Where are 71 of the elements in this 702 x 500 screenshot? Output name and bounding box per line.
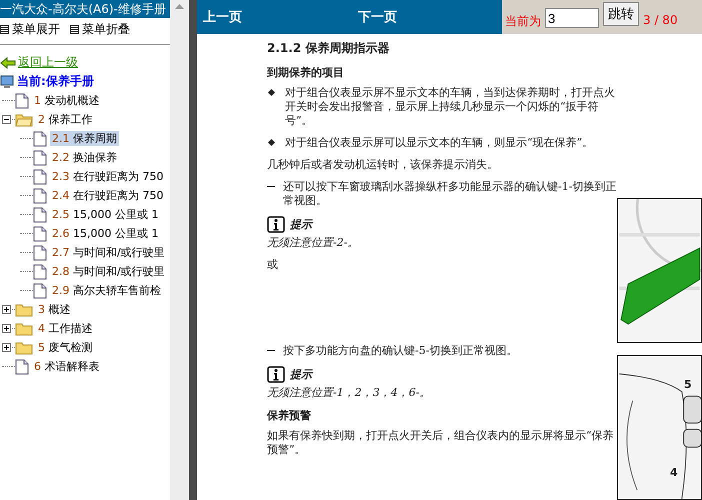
tree-item[interactable]: 5 废气检测 bbox=[36, 340, 94, 355]
page-icon bbox=[33, 206, 47, 222]
page-icon bbox=[33, 188, 47, 204]
current-page-label: 当前为 bbox=[505, 13, 541, 30]
paragraph: 如果有保养快到期，打开点火开关后，组合仪表内的显示屏将显示“保养预警”。 bbox=[267, 429, 615, 457]
go-button[interactable]: 跳转 bbox=[603, 2, 639, 26]
step-text: 按下多功能方向盘的确认键-5-切换到正常视图。 bbox=[283, 344, 518, 358]
expand-toggle-icon[interactable] bbox=[2, 343, 11, 352]
note-text: 无须注意位置-2-。 bbox=[267, 235, 360, 250]
tree-item[interactable]: 3 概述 bbox=[36, 302, 72, 317]
paragraph: 几秒钟后或者发动机运转时，该保养提示消失。 bbox=[267, 158, 499, 172]
tree-item[interactable]: 2.9 高尔夫轿车售前检 bbox=[50, 283, 163, 298]
page-icon bbox=[33, 168, 47, 184]
folder-icon bbox=[15, 340, 33, 354]
page-icon bbox=[15, 358, 29, 374]
tree-item[interactable]: 2.4 在行驶距离为 750 bbox=[50, 188, 166, 203]
back-arrow-icon bbox=[0, 56, 16, 68]
folder-icon bbox=[15, 302, 33, 316]
computer-icon bbox=[0, 74, 14, 88]
page-icon bbox=[33, 264, 47, 280]
tree-item[interactable]: 2.1 保养周期 bbox=[50, 131, 119, 146]
open-folder-icon bbox=[15, 112, 33, 126]
previous-page-link[interactable]: 上一页 bbox=[203, 8, 242, 26]
step-text: 还可以按下车窗玻璃刮水器操纵杆多功能显示器的确认键-1-切换到正常视图。 bbox=[283, 180, 617, 208]
page-icon bbox=[33, 226, 47, 242]
current-section: 当前:保养手册 bbox=[17, 73, 94, 90]
page-icon bbox=[33, 130, 47, 146]
tree-item[interactable]: 2.7 与时间和/或行驶里 bbox=[50, 245, 167, 260]
section-subheading: 保养预警 bbox=[267, 408, 312, 423]
page-icon bbox=[33, 150, 47, 166]
page-count: 3 / 80 bbox=[643, 13, 678, 27]
next-page-link[interactable]: 下一页 bbox=[358, 8, 397, 26]
folder-icon bbox=[15, 322, 33, 336]
document-heading: 2.1.2 保养周期指示器 bbox=[267, 40, 390, 57]
page-number-field[interactable]: 3 bbox=[545, 8, 599, 28]
dash-icon bbox=[267, 186, 275, 187]
tree-item[interactable]: 2.3 在行驶距离为 750 bbox=[50, 169, 166, 184]
expand-toggle-icon[interactable] bbox=[2, 324, 11, 333]
bullet-text: 对于组合仪表显示屏可以显示文本的车辆，则显示“现在保养”。 bbox=[285, 136, 594, 150]
section-subheading: 到期保养的项目 bbox=[267, 65, 345, 80]
tree-item[interactable]: 2.5 15,000 公里或 1 bbox=[50, 207, 160, 222]
tree-item[interactable]: 2 保养工作 bbox=[36, 112, 94, 127]
tree-item[interactable]: 4 工作描述 bbox=[36, 321, 94, 336]
info-icon bbox=[267, 366, 285, 383]
list-icon bbox=[70, 25, 79, 34]
note-title: 提示 bbox=[290, 217, 312, 232]
tree-item[interactable]: 2.6 15,000 公里或 1 bbox=[50, 226, 160, 241]
note-text: 无须注意位置-1，2，3，4，6-。 bbox=[267, 385, 432, 400]
note-title: 提示 bbox=[290, 367, 312, 382]
tree-item[interactable]: 2.2 换油保养 bbox=[50, 150, 119, 165]
bullet-text: 对于组合仪表显示屏不显示文本的车辆，当到达保养期时，打开点火开关时会发出报警音，显示屏上持续几秒显示一个闪烁的“扳手符号”。 bbox=[285, 86, 616, 128]
page-icon bbox=[33, 244, 47, 260]
menu-link[interactable]: 菜单折叠 bbox=[70, 21, 130, 38]
menu-link[interactable]: 菜单展开 bbox=[0, 21, 60, 38]
bullet-icon bbox=[268, 88, 276, 96]
page-icon bbox=[33, 282, 47, 298]
sidebar-title: 一汽大众-高尔夫(A6)-维修手册 bbox=[0, 0, 170, 18]
back-link[interactable]: 返回上一级 bbox=[18, 54, 78, 71]
tree-item[interactable]: 2.8 与时间和/或行驶里 bbox=[50, 264, 167, 279]
expand-toggle-icon[interactable] bbox=[2, 305, 11, 314]
callout-number: 5 bbox=[684, 378, 692, 391]
info-icon bbox=[267, 216, 285, 233]
dash-icon bbox=[267, 350, 275, 351]
paragraph: 或 bbox=[267, 258, 279, 272]
callout-number: 4 bbox=[670, 466, 678, 479]
tree-item[interactable]: 1 发动机概述 bbox=[32, 93, 102, 108]
list-icon bbox=[0, 25, 9, 34]
tree-item[interactable]: 6 术语解释表 bbox=[32, 359, 102, 374]
page-icon bbox=[15, 92, 29, 108]
collapse-toggle-icon[interactable] bbox=[2, 115, 11, 124]
bullet-icon bbox=[268, 138, 276, 146]
